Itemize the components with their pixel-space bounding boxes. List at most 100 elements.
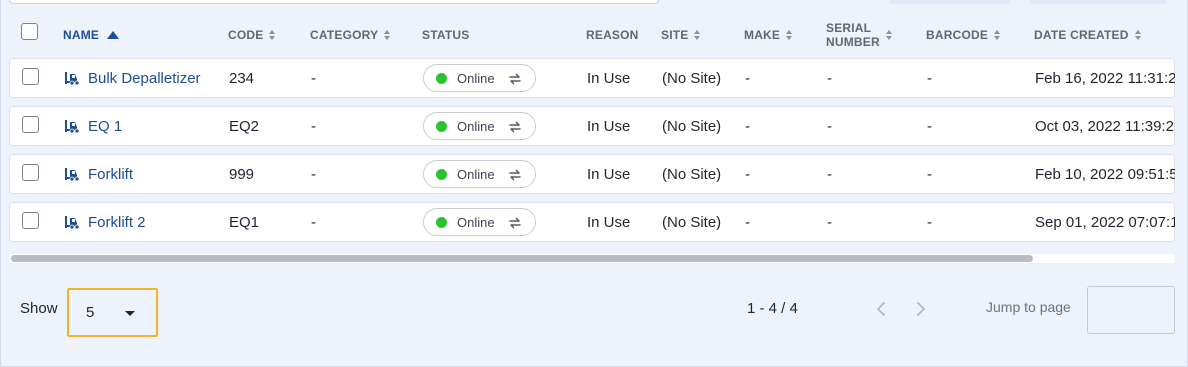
column-header-code[interactable]: CODE bbox=[228, 14, 276, 56]
date-created-cell: Oct 03, 2022 11:39:2 bbox=[1035, 117, 1174, 135]
equipment-name: Bulk Depalletizer bbox=[88, 69, 201, 87]
column-header-label: CODE bbox=[228, 28, 264, 42]
site-cell: (No Site) bbox=[662, 117, 722, 135]
table-row[interactable]: EQ 1 EQ2 - Online In Use (No Site) - - -… bbox=[9, 106, 1175, 146]
date-created-cell: Feb 16, 2022 11:31:2 bbox=[1035, 69, 1175, 87]
make-cell: - bbox=[745, 165, 750, 183]
equipment-list-panel: NAME CODE CATEGORY STATUS REASON SITE MA… bbox=[0, 0, 1188, 367]
serial-cell: - bbox=[827, 69, 832, 87]
equipment-name: EQ 1 bbox=[88, 117, 123, 135]
row-checkbox[interactable] bbox=[22, 164, 39, 181]
sort-icon bbox=[384, 30, 391, 40]
column-header-category[interactable]: CATEGORY bbox=[310, 14, 391, 56]
column-header-label: STATUS bbox=[422, 28, 470, 42]
table-header: NAME CODE CATEGORY STATUS REASON SITE MA… bbox=[9, 14, 1175, 56]
page-size-select[interactable]: 5 bbox=[67, 288, 158, 337]
jump-to-page-label: Jump to page bbox=[986, 299, 1071, 315]
online-indicator-icon bbox=[436, 216, 447, 228]
chevron-right-icon bbox=[917, 302, 925, 316]
equipment-name-link[interactable]: Forklift bbox=[64, 155, 133, 193]
make-cell: - bbox=[745, 213, 750, 231]
status-badge[interactable]: Online bbox=[423, 112, 536, 140]
column-header-reason: REASON bbox=[586, 14, 639, 56]
status-label: Online bbox=[457, 70, 495, 86]
category-cell: - bbox=[311, 117, 316, 135]
pagination-range: 1 - 4 / 4 bbox=[747, 300, 798, 317]
barcode-cell: - bbox=[927, 213, 932, 231]
equipment-name-link[interactable]: Bulk Depalletizer bbox=[64, 59, 201, 97]
scrollbar-thumb[interactable] bbox=[11, 255, 1033, 262]
sort-icon bbox=[269, 30, 276, 40]
forklift-icon bbox=[64, 214, 80, 230]
code-cell: EQ1 bbox=[229, 213, 260, 231]
category-cell: - bbox=[311, 213, 316, 231]
make-cell: - bbox=[745, 69, 750, 87]
column-header-label: NAME bbox=[63, 28, 100, 42]
toolbar-button[interactable] bbox=[1029, 0, 1167, 4]
equipment-name: Forklift 2 bbox=[88, 213, 146, 231]
status-badge[interactable]: Online bbox=[423, 208, 536, 236]
online-indicator-icon bbox=[436, 72, 447, 84]
barcode-cell: - bbox=[927, 117, 932, 135]
column-header-site[interactable]: SITE bbox=[661, 14, 701, 56]
previous-page-button[interactable] bbox=[873, 300, 889, 318]
column-header-date-created[interactable]: DATE CREATED bbox=[1034, 14, 1141, 56]
make-cell: - bbox=[745, 117, 750, 135]
row-checkbox[interactable] bbox=[22, 212, 39, 229]
chevron-left-icon bbox=[877, 302, 885, 316]
show-label: Show bbox=[20, 300, 58, 317]
category-cell: - bbox=[311, 69, 316, 87]
serial-cell: - bbox=[827, 165, 832, 183]
chevron-down-icon bbox=[125, 311, 135, 316]
row-checkbox[interactable] bbox=[22, 68, 39, 85]
column-header-label: BARCODE bbox=[926, 28, 989, 42]
sync-icon[interactable] bbox=[507, 71, 523, 90]
site-cell: (No Site) bbox=[662, 69, 722, 87]
online-indicator-icon bbox=[436, 168, 447, 180]
date-created-cell: Feb 10, 2022 09:51:5 bbox=[1035, 165, 1175, 183]
table-row[interactable]: Forklift 999 - Online In Use (No Site) -… bbox=[9, 154, 1175, 194]
sync-icon[interactable] bbox=[507, 215, 523, 234]
status-badge[interactable]: Online bbox=[423, 160, 536, 188]
page-size-value: 5 bbox=[86, 304, 95, 321]
reason-cell: In Use bbox=[587, 69, 631, 87]
jump-to-page-input[interactable] bbox=[1087, 286, 1175, 334]
status-label: Online bbox=[457, 118, 495, 134]
sort-icon bbox=[885, 30, 892, 40]
status-label: Online bbox=[457, 166, 495, 182]
table-row[interactable]: Bulk Depalletizer 234 - Online In Use (N… bbox=[9, 58, 1175, 98]
table-row[interactable]: Forklift 2 EQ1 - Online In Use (No Site)… bbox=[9, 202, 1175, 242]
equipment-table: NAME CODE CATEGORY STATUS REASON SITE MA… bbox=[9, 14, 1175, 266]
toolbar-button[interactable] bbox=[889, 0, 1011, 4]
column-header-label: CATEGORY bbox=[310, 28, 379, 42]
column-header-serial-number[interactable]: SERIAL NUMBER bbox=[826, 14, 892, 56]
category-cell: - bbox=[311, 165, 316, 183]
row-checkbox[interactable] bbox=[22, 116, 39, 133]
next-page-button[interactable] bbox=[913, 300, 929, 318]
column-header-name[interactable]: NAME bbox=[63, 14, 120, 56]
barcode-cell: - bbox=[927, 165, 932, 183]
sync-icon[interactable] bbox=[507, 119, 523, 138]
reason-cell: In Use bbox=[587, 117, 631, 135]
equipment-name: Forklift bbox=[88, 165, 133, 183]
search-input[interactable] bbox=[9, 0, 659, 4]
column-header-make[interactable]: MAKE bbox=[744, 14, 793, 56]
sort-icon bbox=[1134, 30, 1141, 40]
status-badge[interactable]: Online bbox=[423, 64, 536, 92]
equipment-name-link[interactable]: EQ 1 bbox=[64, 107, 122, 145]
site-cell: (No Site) bbox=[662, 165, 722, 183]
online-indicator-icon bbox=[436, 120, 447, 132]
select-all-checkbox[interactable] bbox=[21, 23, 38, 40]
sort-icon bbox=[994, 30, 1001, 40]
equipment-name-link[interactable]: Forklift 2 bbox=[64, 203, 146, 241]
code-cell: 234 bbox=[229, 69, 255, 87]
serial-cell: - bbox=[827, 117, 832, 135]
column-header-label: MAKE bbox=[744, 28, 781, 42]
sync-icon[interactable] bbox=[507, 167, 523, 186]
date-created-cell: Sep 01, 2022 07:07:1 bbox=[1035, 213, 1175, 231]
code-cell: EQ2 bbox=[229, 117, 260, 135]
status-label: Online bbox=[457, 214, 495, 230]
site-cell: (No Site) bbox=[662, 213, 722, 231]
column-header-barcode[interactable]: BARCODE bbox=[926, 14, 1001, 56]
serial-cell: - bbox=[827, 213, 832, 231]
